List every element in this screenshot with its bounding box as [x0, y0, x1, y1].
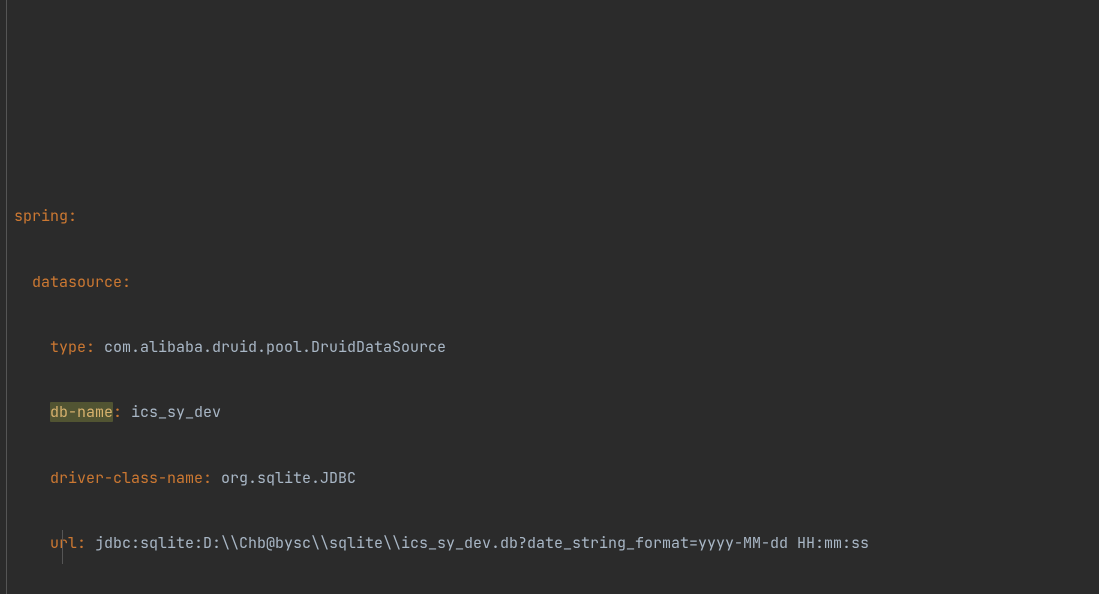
code-area[interactable]: spring: datasource: type: com.alibaba.dr…	[0, 164, 1099, 594]
yaml-value: com.alibaba.druid.pool.DruidDataSource	[104, 337, 446, 357]
yaml-value: jdbc:sqlite:D:\\Chb@bysc\\sqlite\\ics_sy…	[95, 533, 869, 553]
code-line: url: jdbc:sqlite:D:\\Chb@bysc\\sqlite\\i…	[14, 527, 1099, 560]
yaml-key: url	[50, 533, 77, 553]
code-line: type: com.alibaba.druid.pool.DruidDataSo…	[14, 331, 1099, 364]
yaml-key: datasource	[32, 272, 122, 292]
code-line: driver-class-name: org.sqlite.JDBC	[14, 462, 1099, 495]
yaml-value: org.sqlite.JDBC	[221, 468, 356, 488]
code-line: spring:	[14, 200, 1099, 233]
code-line: datasource:	[14, 266, 1099, 299]
yaml-key: type	[50, 337, 86, 357]
code-line: db-name: ics_sy_dev	[14, 396, 1099, 429]
code-editor[interactable]: spring: datasource: type: com.alibaba.dr…	[0, 0, 1099, 594]
yaml-key-highlighted: db-name	[50, 402, 113, 422]
yaml-key: driver-class-name	[50, 468, 203, 488]
yaml-value: ics_sy_dev	[131, 402, 221, 422]
yaml-key: spring	[14, 206, 68, 226]
gutter	[0, 0, 14, 594]
fold-guide	[6, 0, 7, 594]
fold-guide-inner	[62, 530, 63, 564]
